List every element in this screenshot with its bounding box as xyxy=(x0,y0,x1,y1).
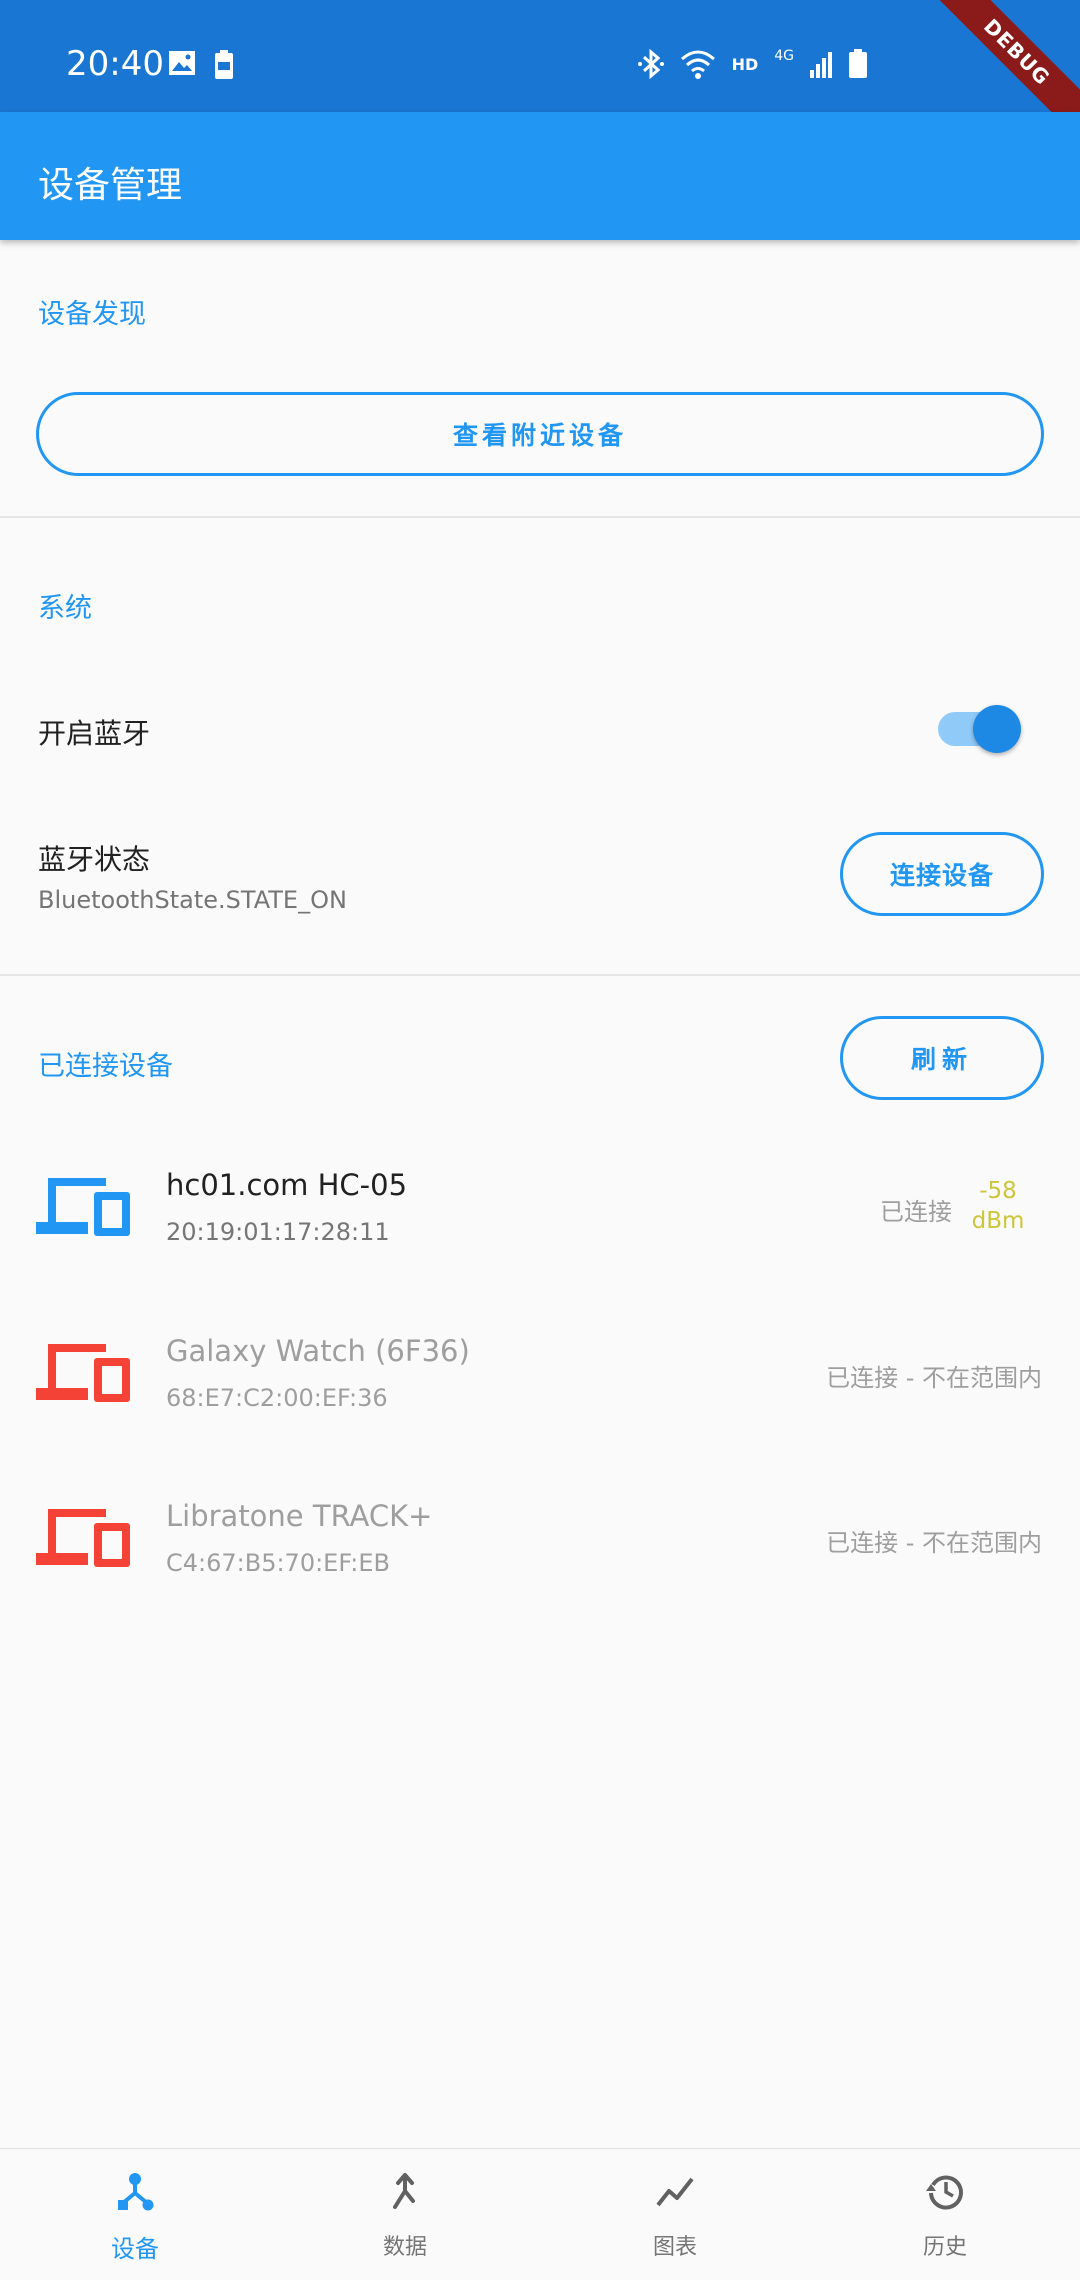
bluetooth-state-value: BluetoothState.STATE_ON xyxy=(38,886,347,914)
device-status: 已连接 - 不在范围内 xyxy=(826,1364,1042,1392)
app-bar: 设备管理 xyxy=(0,112,1080,240)
device-mac: 20:19:01:17:28:11 xyxy=(166,1218,390,1246)
switch-thumb[interactable] xyxy=(973,705,1021,753)
scan-nearby-button[interactable]: 查看附近设备 xyxy=(36,392,1044,476)
bluetooth-icon xyxy=(637,48,664,80)
status-time: 20:40 xyxy=(66,44,164,84)
bottom-nav: 设备 数据 图表 历史 xyxy=(0,2148,1080,2280)
bluetooth-state-label: 蓝牙状态 xyxy=(38,843,151,876)
nav-label: 图表 xyxy=(652,2235,697,2260)
chart-line-icon xyxy=(656,2177,694,2207)
wifi-icon xyxy=(680,50,715,79)
bluetooth-toggle-label: 开启蓝牙 xyxy=(38,717,151,750)
section-header-system: 系统 xyxy=(38,593,92,624)
battery-icon xyxy=(849,49,867,78)
nav-item-devices[interactable]: 设备 xyxy=(0,2149,270,2280)
devices-icon xyxy=(36,1509,130,1567)
network-type: 4G xyxy=(774,48,794,64)
device-mac: 68:E7:C2:00:EF:36 xyxy=(166,1384,388,1412)
rssi-number: -58 xyxy=(979,1178,1017,1204)
section-header-connected: 已连接设备 xyxy=(38,1051,173,1082)
section-header-discovery: 设备发现 xyxy=(38,299,146,330)
device-name: Libratone TRACK+ xyxy=(166,1499,433,1533)
rssi-value: -58 dBm xyxy=(966,1176,1030,1236)
device-name: Galaxy Watch (6F36) xyxy=(166,1334,470,1368)
status-right-icons: HD 4G xyxy=(637,48,868,80)
device-name: hc01.com HC-05 xyxy=(166,1168,408,1202)
network-label: HD xyxy=(731,54,759,74)
devices-icon xyxy=(36,1344,130,1402)
status-bar: 20:40 HD 4G DEBUG xyxy=(0,0,1080,154)
page-title: 设备管理 xyxy=(38,165,183,206)
signal-icon xyxy=(810,52,832,78)
status-left-icons xyxy=(168,50,234,80)
nav-label: 历史 xyxy=(922,2235,967,2260)
device-status: 已连接 xyxy=(880,1198,952,1226)
device-hub-icon xyxy=(118,2173,154,2211)
battery-saver-icon xyxy=(215,50,233,79)
nav-label: 设备 xyxy=(111,2235,159,2263)
device-mac: C4:67:B5:70:EF:EB xyxy=(166,1549,391,1577)
merge-icon xyxy=(393,2173,415,2209)
nav-item-chart[interactable]: 图表 xyxy=(540,2149,810,2280)
nav-item-history[interactable]: 历史 xyxy=(810,2149,1080,2280)
divider xyxy=(0,974,1080,976)
nav-item-data[interactable]: 数据 xyxy=(270,2149,540,2280)
devices-icon xyxy=(36,1178,130,1236)
rssi-unit: dBm xyxy=(971,1208,1025,1234)
refresh-button[interactable]: 刷新 xyxy=(840,1016,1044,1100)
device-status: 已连接 - 不在范围内 xyxy=(826,1529,1042,1557)
history-icon xyxy=(926,2175,963,2210)
nav-label: 数据 xyxy=(382,2235,427,2260)
divider xyxy=(0,516,1080,518)
connect-device-button[interactable]: 连接设备 xyxy=(840,832,1044,916)
image-icon xyxy=(169,51,195,75)
